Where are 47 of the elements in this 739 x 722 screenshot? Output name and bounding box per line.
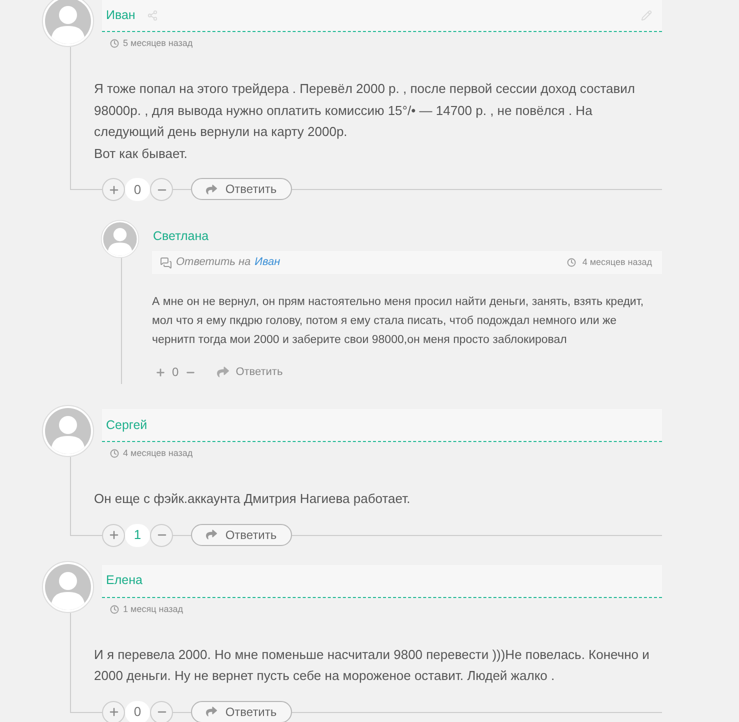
plus-icon	[108, 184, 120, 196]
comment-time: 5 месяцев назад	[123, 37, 193, 50]
plus-icon	[154, 366, 166, 378]
comment-time: 1 месяц назад	[123, 602, 183, 616]
comment-time: 4 месяцев назад	[582, 256, 652, 269]
upvote-button[interactable]	[102, 178, 125, 201]
reply-button[interactable]: Ответить	[191, 524, 292, 546]
reply-button[interactable]: Ответить	[191, 700, 292, 722]
plus-icon	[108, 529, 120, 541]
reply-to-link[interactable]: Иван	[254, 254, 280, 271]
comment-text: Я тоже попал на этого трейдера . Перевёл 2000 р. , после первой сессии доход составил 98000р. , для вывода нужно оплатить комиссию 15°/• — 14700 р. , не повёлся . На следующий день вернули на карту 2000р.	[94, 80, 636, 141]
upvote-button[interactable]	[102, 524, 125, 546]
vote-count: 1	[125, 524, 150, 546]
author-name: Сергей	[106, 416, 148, 434]
author-name: Иван	[106, 6, 136, 24]
comment-text: И я перевела 2000. Но мне поменьше насчитали 9800 перевести )))Не повелась. Конечно и 2000 деньги. Ну не вернет пусть себе на мороженое оставит. Людей жалко .	[94, 646, 650, 685]
clock-icon	[110, 604, 119, 614]
reply-arrow-icon	[216, 366, 229, 378]
clock-icon	[567, 258, 576, 267]
share-icon[interactable]	[147, 10, 158, 20]
comment-text: Вот как бывает.	[94, 144, 188, 162]
chat-bubbles-icon	[160, 256, 172, 268]
clock-icon	[110, 449, 119, 458]
vote-count: 0	[172, 364, 179, 381]
downvote-button[interactable]	[150, 700, 173, 722]
avatar-icon	[42, 405, 94, 457]
reply-arrow-icon	[206, 529, 218, 540]
downvote-button[interactable]	[150, 524, 173, 546]
reply-to-label: Ответить на	[176, 255, 251, 270]
reply-button[interactable]: Ответить	[216, 364, 283, 380]
pencil-icon[interactable]	[641, 10, 652, 20]
upvote-button[interactable]	[102, 700, 125, 722]
avatar-icon	[42, 560, 94, 612]
reply-button[interactable]: Ответить	[191, 178, 292, 200]
avatar-icon	[42, 0, 94, 47]
comment-text: А мне он не вернул, он прям настоятельно меня просил найти деньги, занять, взять кредит, мол что я ему пкдрю голову, потом я ему стала писать, чтоб подождал немного или же чернитп тогда мои 2000 и заберите свои 98000,он меня просто заблокировал	[152, 295, 645, 348]
vote-count: 0	[125, 700, 150, 722]
comment-text: Он еще с фэйк.аккаунта Дмитрия Нагиева работает.	[94, 490, 412, 508]
clock-icon	[110, 39, 119, 48]
vote-count: 0	[125, 178, 150, 201]
author-name: Светлана	[153, 229, 209, 243]
reply-arrow-icon	[206, 184, 218, 194]
author-name: Елена	[106, 572, 142, 590]
reply-arrow-icon	[206, 706, 218, 717]
comment-time: 4 месяцев назад	[123, 447, 193, 460]
plus-icon	[108, 706, 120, 718]
downvote-button[interactable]	[150, 178, 173, 201]
